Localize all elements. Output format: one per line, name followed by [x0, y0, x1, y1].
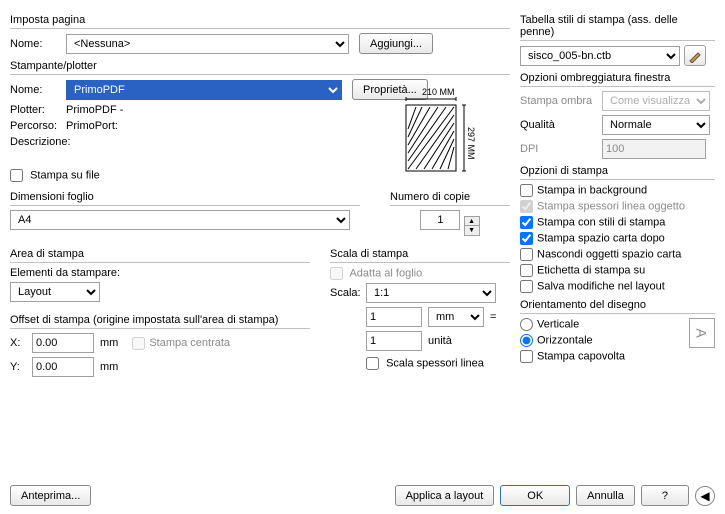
preview-width-label: 210 MM	[422, 87, 455, 97]
collapse-button[interactable]: ◀	[695, 486, 715, 506]
copies-stepper[interactable]: ▲▼	[464, 216, 480, 236]
preview-button[interactable]: Anteprima...	[10, 485, 91, 506]
opt-hide-paperspace-checkbox[interactable]	[520, 248, 533, 261]
section-scala: Scala di stampa	[330, 248, 510, 263]
paper-preview: 210 MM 297 MM	[386, 85, 486, 180]
orientation-preview: A	[689, 318, 715, 348]
y-unit: mm	[100, 361, 118, 373]
dpi-input	[602, 139, 706, 159]
page-setup-name-select[interactable]: <Nessuna>	[66, 34, 349, 54]
percorso-label: Percorso:	[10, 120, 66, 132]
upside-down-label: Stampa capovolta	[537, 350, 625, 362]
x-input[interactable]	[32, 333, 94, 353]
orient-portrait-label: Verticale	[537, 318, 579, 330]
section-ombreggiatura: Opzioni ombreggiatura finestra	[520, 72, 715, 87]
nome-label: Nome:	[10, 38, 66, 50]
pen-icon	[688, 49, 702, 63]
section-offset: Offset di stampa (origine impostata sull…	[10, 314, 310, 329]
opt-save-layout-checkbox[interactable]	[520, 280, 533, 293]
opt-plot-styles-label: Stampa con stili di stampa	[537, 216, 665, 228]
equals-label: =	[490, 311, 496, 323]
center-plot-label: Stampa centrata	[149, 337, 230, 349]
ok-button[interactable]: OK	[500, 485, 570, 506]
x-label: X:	[10, 337, 32, 349]
upside-down-checkbox[interactable]	[520, 350, 533, 363]
section-imposta-pagina: Imposta pagina	[10, 14, 510, 29]
scale-lineweights-label: Scala spessori linea	[386, 357, 484, 369]
opt-stamp-on-label: Etichetta di stampa su	[537, 264, 645, 276]
elements-select[interactable]: Layout	[10, 282, 100, 302]
cancel-button[interactable]: Annulla	[576, 485, 635, 506]
printer-select[interactable]: PrimoPDF	[66, 80, 342, 100]
opt-stamp-on-checkbox[interactable]	[520, 264, 533, 277]
copies-input[interactable]	[420, 210, 460, 230]
section-area: Area di stampa	[10, 248, 310, 263]
stampa-ombra-label: Stampa ombra	[520, 95, 602, 107]
scale-num2-input[interactable]	[366, 331, 422, 351]
opt-background-checkbox[interactable]	[520, 184, 533, 197]
scale-select[interactable]: 1:1	[366, 283, 496, 303]
plotter-label: Plotter:	[10, 104, 66, 116]
add-button[interactable]: Aggiungi...	[359, 33, 433, 54]
scale-num1-input[interactable]	[366, 307, 422, 327]
unit2-label: unità	[428, 335, 452, 347]
opt-paperspace-after-checkbox[interactable]	[520, 232, 533, 245]
scale-label: Scala:	[330, 287, 366, 299]
section-orientamento: Orientamento del disegno	[520, 299, 715, 314]
fit-to-paper-label: Adatta al foglio	[349, 267, 422, 279]
opt-save-layout-label: Salva modifiche nel layout	[537, 280, 665, 292]
opt-lineweights-checkbox	[520, 200, 533, 213]
copies-label: Numero di copie	[390, 191, 510, 206]
scale-unit-select[interactable]: mm	[428, 307, 484, 327]
section-tabella-stili: Tabella stili di stampa (ass. delle penn…	[520, 14, 715, 41]
stampa-su-file-label: Stampa su file	[30, 169, 100, 181]
opt-lineweights-label: Stampa spessori linea oggetto	[537, 200, 685, 212]
plotter-value: PrimoPDF -	[66, 104, 123, 116]
opt-background-label: Stampa in background	[537, 184, 647, 196]
quality-label: Qualità	[520, 119, 602, 131]
center-plot-checkbox	[132, 337, 145, 350]
paper-size-select[interactable]: A4	[10, 210, 350, 230]
opt-hide-paperspace-label: Nascondi oggetti spazio carta	[537, 248, 681, 260]
section-opzioni: Opzioni di stampa	[520, 165, 715, 180]
orient-portrait-radio[interactable]	[520, 318, 533, 331]
y-input[interactable]	[32, 357, 94, 377]
printer-name-label: Nome:	[10, 84, 66, 96]
x-unit: mm	[100, 337, 118, 349]
help-button[interactable]: ?	[641, 485, 689, 506]
edit-plot-style-button[interactable]	[684, 45, 706, 66]
opt-paperspace-after-label: Stampa spazio carta dopo	[537, 232, 665, 244]
y-label: Y:	[10, 361, 32, 373]
percorso-value: PrimoPort:	[66, 120, 118, 132]
quality-select[interactable]: Normale	[602, 115, 710, 135]
stampa-su-file-checkbox[interactable]	[10, 169, 23, 182]
dpi-label: DPI	[520, 143, 602, 155]
section-stampante: Stampante/plotter	[10, 60, 510, 75]
fit-to-paper-checkbox	[330, 267, 343, 280]
orient-landscape-radio[interactable]	[520, 334, 533, 347]
preview-height-label: 297 MM	[466, 127, 476, 160]
shade-plot-select: Come visualizzata	[602, 91, 710, 111]
opt-plot-styles-checkbox[interactable]	[520, 216, 533, 229]
section-foglio: Dimensioni foglio	[10, 191, 360, 206]
plot-style-select[interactable]: sisco_005-bn.ctb	[520, 46, 680, 66]
scale-lineweights-checkbox[interactable]	[366, 357, 379, 370]
descrizione-label: Descrizione:	[10, 136, 66, 148]
apply-to-layout-button[interactable]: Applica a layout	[395, 485, 495, 506]
elements-label: Elementi da stampare:	[10, 267, 310, 279]
orient-landscape-label: Orizzontale	[537, 334, 593, 346]
